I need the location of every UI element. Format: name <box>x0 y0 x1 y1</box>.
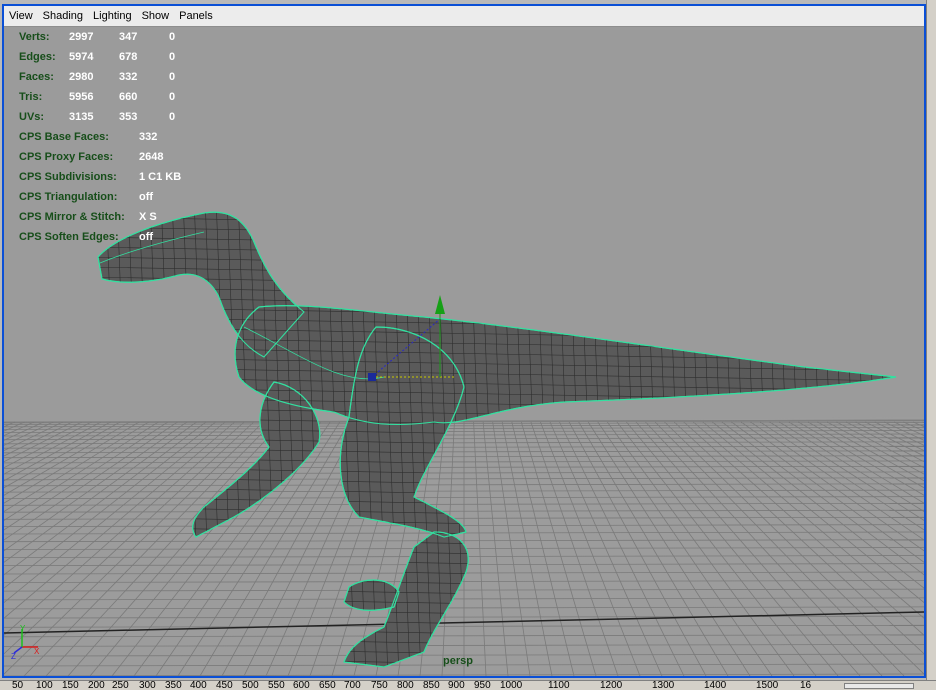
hud-faces-label: Faces: <box>19 71 54 83</box>
hud-edges-total: 5974 <box>69 51 94 63</box>
hud-cps-soften-edges-value: off <box>139 231 154 243</box>
menu-lighting[interactable]: Lighting <box>88 6 137 26</box>
hud-verts-label: Verts: <box>19 31 50 43</box>
svg-text:Y: Y <box>20 624 26 633</box>
panel-menubar: View Shading Lighting Show Panels <box>4 6 924 27</box>
hud-verts-selected: 347 <box>119 31 138 43</box>
menu-view[interactable]: View <box>4 6 38 26</box>
perspective-viewport[interactable]: Verts: 2997 347 0 Edges: 5974 678 0 Face… <box>4 27 924 676</box>
hud-verts-total: 2997 <box>69 31 94 43</box>
camera-name-label: persp <box>443 655 473 667</box>
hud-uvs-components: 0 <box>169 111 176 123</box>
hud-cps-mirror-stitch-value: X S <box>139 211 157 223</box>
hud-tris-label: Tris: <box>19 91 43 103</box>
hud-tris-selected: 660 <box>119 91 138 103</box>
hud-cps-soften-edges-label: CPS Soften Edges: <box>19 231 119 243</box>
hud-cps-subdivisions-label: CPS Subdivisions: <box>19 171 117 183</box>
hud-faces-components: 0 <box>169 71 176 83</box>
hud-cps-subdivisions-value: 1 C1 KB <box>139 171 182 183</box>
hud-cps-triangulation-value: off <box>139 191 154 203</box>
hud-cps-proxy-faces-label: CPS Proxy Faces: <box>19 151 114 163</box>
right-panel-edge <box>926 0 936 680</box>
hud-verts-components: 0 <box>169 31 176 43</box>
time-slider-handle[interactable] <box>844 683 914 689</box>
hud-tris-total: 5956 <box>69 91 94 103</box>
hud-edges-selected: 678 <box>119 51 138 63</box>
hud-cps-proxy-faces-value: 2648 <box>139 151 164 163</box>
view-axis-icon: Y X Z <box>11 624 40 659</box>
svg-text:Z: Z <box>11 652 16 659</box>
hud-faces-total: 2980 <box>69 71 94 83</box>
hud-cps-base-faces-value: 332 <box>139 131 158 143</box>
hud-uvs-total: 3135 <box>69 111 94 123</box>
hud-edges-components: 0 <box>169 51 176 63</box>
menu-shading[interactable]: Shading <box>38 6 88 26</box>
hud-tris-components: 0 <box>169 91 176 103</box>
hud-faces-selected: 332 <box>119 71 138 83</box>
scene-canvas[interactable] <box>4 27 924 676</box>
menu-panels[interactable]: Panels <box>174 6 218 26</box>
svg-text:X: X <box>34 647 40 656</box>
menu-show[interactable]: Show <box>137 6 175 26</box>
hud-edges-label: Edges: <box>19 51 56 63</box>
hud-cps-mirror-stitch-label: CPS Mirror & Stitch: <box>19 211 125 223</box>
hud-cps-triangulation-label: CPS Triangulation: <box>19 191 118 203</box>
hud-cps-base-faces-label: CPS Base Faces: <box>19 131 109 143</box>
hud-uvs-selected: 353 <box>119 111 138 123</box>
hud-uvs-label: UVs: <box>19 111 45 123</box>
